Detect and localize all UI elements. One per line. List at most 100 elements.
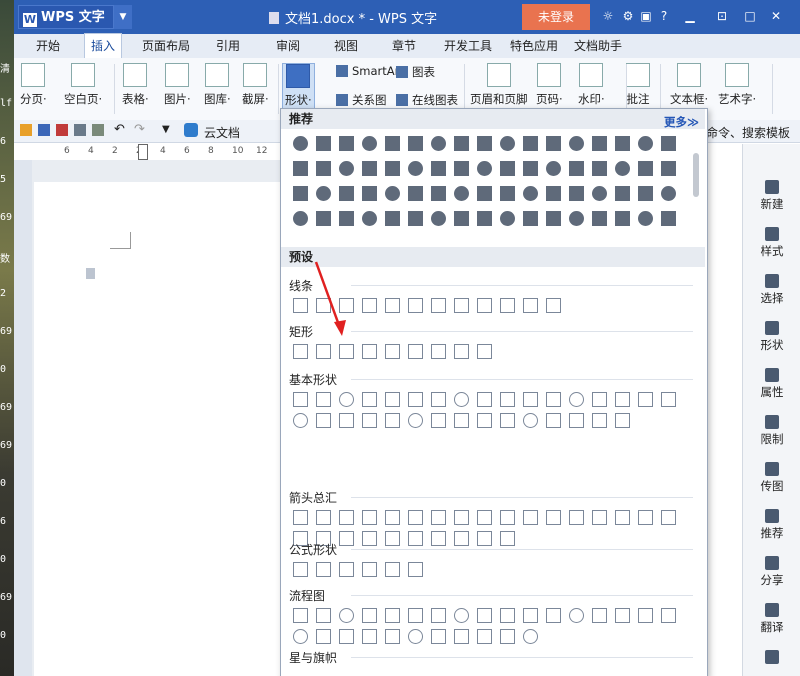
minimize-icon[interactable]: ▁ (682, 8, 698, 24)
horizontal-ruler[interactable]: 64224681012 (36, 144, 286, 161)
preview-icon[interactable] (92, 124, 104, 136)
basic-shape[interactable] (569, 392, 584, 407)
recommended-shape[interactable] (592, 161, 607, 176)
flow-shape[interactable] (477, 608, 492, 623)
relation-button[interactable]: 关系图 (336, 92, 387, 108)
recommended-shape[interactable] (316, 136, 331, 151)
line-shape[interactable] (454, 298, 469, 313)
formula-shape[interactable] (316, 562, 331, 577)
textbox-button[interactable]: 文本框· (670, 63, 708, 107)
arrow-shape[interactable] (615, 510, 630, 525)
right-panel-restrict[interactable]: 限制 (743, 415, 800, 447)
rect-shape[interactable] (408, 344, 423, 359)
recommended-shape[interactable] (385, 211, 400, 226)
flow-shape[interactable] (454, 629, 469, 644)
line-shape[interactable] (523, 298, 538, 313)
recommended-shape[interactable] (293, 136, 308, 151)
recommended-shape[interactable] (293, 161, 308, 176)
flow-shape[interactable] (293, 608, 308, 623)
basic-shape[interactable] (385, 413, 400, 428)
rect-shape[interactable] (339, 344, 354, 359)
recommended-shape[interactable] (615, 186, 630, 201)
picture-button[interactable]: 图片· (164, 63, 191, 107)
flow-shape[interactable] (569, 608, 584, 623)
wordart-button[interactable]: 艺术字· (718, 63, 756, 107)
recommended-shape[interactable] (408, 186, 423, 201)
line-shape[interactable] (293, 298, 308, 313)
right-panel-translate[interactable]: 翻译 (743, 603, 800, 635)
shape-button[interactable]: 形状· (282, 63, 315, 109)
basic-shape[interactable] (500, 413, 515, 428)
recommended-shape[interactable] (523, 186, 538, 201)
recommended-shape[interactable] (546, 211, 561, 226)
line-shape[interactable] (431, 298, 446, 313)
recommended-shape[interactable] (454, 211, 469, 226)
recommended-shape[interactable] (661, 186, 676, 201)
online-chart-button[interactable]: 在线图表 (396, 92, 458, 108)
recommended-shape[interactable] (592, 211, 607, 226)
recommended-shape[interactable] (523, 161, 538, 176)
recommended-shape[interactable] (523, 211, 538, 226)
recommended-shape[interactable] (431, 186, 446, 201)
recommended-shape[interactable] (293, 211, 308, 226)
basic-shape[interactable] (431, 392, 446, 407)
basic-shape[interactable] (546, 413, 561, 428)
arrow-shape[interactable] (569, 510, 584, 525)
login-button[interactable]: 未登录 (522, 4, 590, 30)
recommended-shape[interactable] (385, 186, 400, 201)
arrow-shape[interactable] (500, 531, 515, 546)
basic-shape[interactable] (661, 392, 676, 407)
arrow-shape[interactable] (339, 510, 354, 525)
basic-shape[interactable] (362, 413, 377, 428)
settings-icon[interactable]: ⚙ (620, 8, 636, 24)
line-shape[interactable] (546, 298, 561, 313)
cloud-doc-button[interactable]: 云文档 (204, 124, 240, 141)
recommended-shape[interactable] (546, 136, 561, 151)
arrow-shape[interactable] (339, 531, 354, 546)
right-panel-new[interactable]: 新建 (743, 180, 800, 212)
basic-shape[interactable] (523, 392, 538, 407)
recommended-shape[interactable] (592, 186, 607, 201)
tab-3[interactable]: 引用 (210, 34, 246, 58)
popup-scrollbar[interactable] (693, 153, 699, 197)
recommended-shape[interactable] (500, 161, 515, 176)
right-panel-shape[interactable]: 形状 (743, 321, 800, 353)
recommended-shape[interactable] (615, 161, 630, 176)
recommended-shape[interactable] (569, 211, 584, 226)
flow-shape[interactable] (454, 608, 469, 623)
flow-shape[interactable] (661, 608, 676, 623)
flow-shape[interactable] (339, 608, 354, 623)
rect-shape[interactable] (293, 344, 308, 359)
save-icon[interactable] (38, 124, 50, 136)
basic-shape[interactable] (615, 413, 630, 428)
recommended-shape[interactable] (362, 211, 377, 226)
arrow-shape[interactable] (362, 531, 377, 546)
recommended-shape[interactable] (362, 161, 377, 176)
recommended-shape[interactable] (408, 211, 423, 226)
basic-shape[interactable] (293, 392, 308, 407)
arrow-shape[interactable] (477, 510, 492, 525)
flow-shape[interactable] (431, 608, 446, 623)
rect-shape[interactable] (385, 344, 400, 359)
recommended-shape[interactable] (431, 136, 446, 151)
flow-shape[interactable] (523, 608, 538, 623)
flow-shape[interactable] (638, 608, 653, 623)
flow-shape[interactable] (523, 629, 538, 644)
basic-shape[interactable] (569, 413, 584, 428)
arrow-shape[interactable] (661, 510, 676, 525)
maximize-icon[interactable]: □ (742, 8, 758, 24)
flow-shape[interactable] (592, 608, 607, 623)
basic-shape[interactable] (385, 392, 400, 407)
right-panel-toolbox[interactable] (743, 650, 800, 666)
recommended-shape[interactable] (339, 211, 354, 226)
recommended-shape[interactable] (385, 136, 400, 151)
basic-shape[interactable] (316, 413, 331, 428)
document-page[interactable] (34, 182, 280, 676)
recommended-shape[interactable] (431, 161, 446, 176)
right-panel-select[interactable]: 选择 (743, 274, 800, 306)
flow-shape[interactable] (362, 608, 377, 623)
recommended-shape[interactable] (454, 161, 469, 176)
recommended-shape[interactable] (408, 161, 423, 176)
basic-shape[interactable] (454, 392, 469, 407)
basic-shape[interactable] (592, 413, 607, 428)
